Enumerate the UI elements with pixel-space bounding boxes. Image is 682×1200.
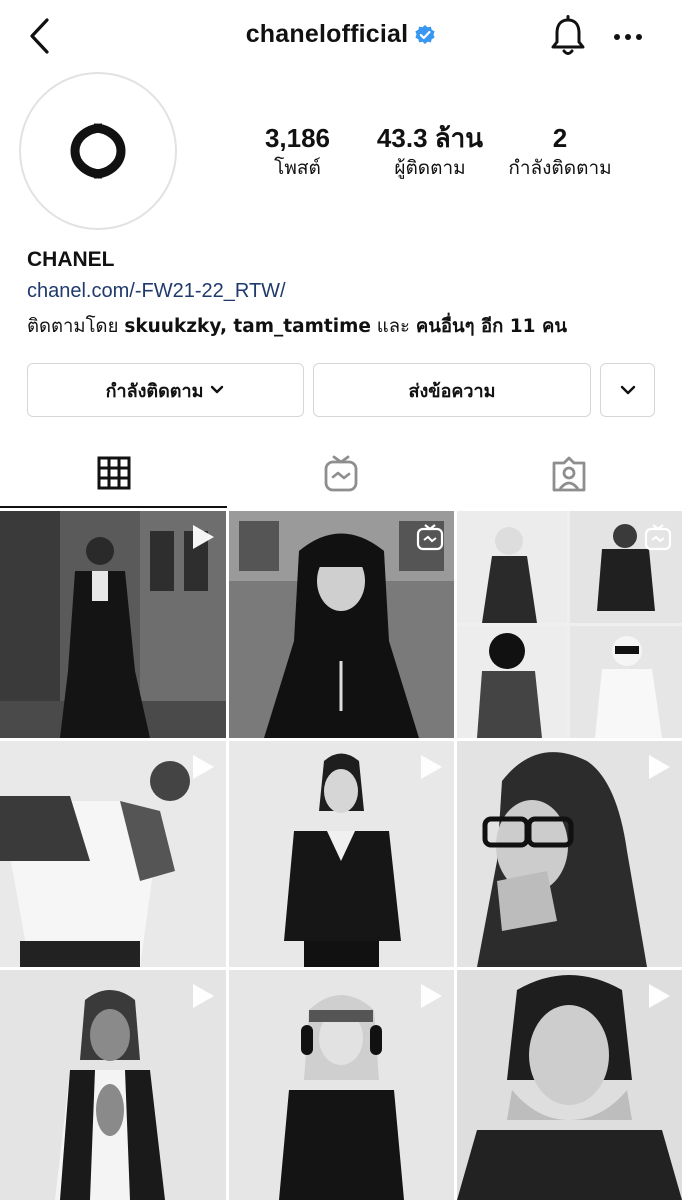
post-thumbnail[interactable] <box>0 741 226 967</box>
posts-stat[interactable]: 3,186 โพสต์ <box>240 122 355 182</box>
chevron-down-icon <box>620 385 635 395</box>
post-thumbnail[interactable] <box>229 970 454 1200</box>
video-icon <box>193 755 214 779</box>
posts-label: โพสต์ <box>274 157 321 179</box>
bell-icon <box>551 15 585 55</box>
video-icon <box>649 984 670 1008</box>
tab-tagged[interactable] <box>455 440 682 508</box>
igtv-icon <box>416 524 444 551</box>
following-label: กำลังติดตาม <box>508 157 612 179</box>
followers-count: 43.3 ล้าน <box>376 123 484 153</box>
followed-by-users: skuukzky, tam_tamtime <box>124 316 371 337</box>
followed-by-and: และ <box>376 316 410 337</box>
message-button-label: ส่งข้อความ <box>408 380 496 402</box>
following-count: 2 <box>552 123 568 153</box>
profile-link[interactable]: chanel.com/-FW21-22_RTW/ <box>27 280 286 303</box>
video-icon <box>421 984 442 1008</box>
posts-count: 3,186 <box>264 123 331 153</box>
profile-avatar[interactable] <box>19 72 177 230</box>
profile-stats: 3,186 โพสต์ 43.3 ล้าน ผู้ติดตาม 2 กำลังต… <box>240 122 640 192</box>
profile-name: CHANEL <box>27 248 115 271</box>
tab-igtv[interactable] <box>227 440 454 508</box>
video-icon <box>421 755 442 779</box>
chevron-down-icon <box>211 385 224 394</box>
video-icon <box>193 525 214 549</box>
post-thumbnail[interactable] <box>457 511 682 738</box>
username-title: chanelofficial <box>245 20 409 48</box>
followers-stat[interactable]: 43.3 ล้าน ผู้ติดตาม <box>365 122 495 182</box>
notifications-button[interactable] <box>548 14 588 58</box>
followers-label: ผู้ติดตาม <box>394 157 466 179</box>
post-thumbnail[interactable] <box>457 970 682 1200</box>
tagged-user-icon <box>552 456 585 492</box>
followed-by-others: คนอื่นๆ อีก 11 คน <box>415 316 568 337</box>
grid-icon <box>97 456 130 490</box>
more-horizontal-icon <box>614 34 642 40</box>
tab-posts-grid[interactable] <box>0 440 227 508</box>
post-thumbnail[interactable] <box>457 741 682 967</box>
post-thumbnail[interactable] <box>229 511 454 738</box>
post-thumbnail[interactable] <box>229 741 454 967</box>
profile-tabs <box>0 440 682 508</box>
following-stat[interactable]: 2 กำลังติดตาม <box>495 122 625 182</box>
more-options-button[interactable] <box>610 22 646 52</box>
igtv-icon <box>324 455 357 492</box>
post-thumbnail[interactable] <box>0 970 226 1200</box>
chanel-logo-icon <box>70 123 126 179</box>
video-icon <box>193 984 214 1008</box>
verified-badge-icon <box>415 24 435 44</box>
followed-by-text[interactable]: ติดตามโดย skuukzky, tam_tamtime และ คนอื… <box>27 312 567 341</box>
top-bar: chanelofficial <box>0 0 682 72</box>
following-button-label: กำลังติดตาม <box>105 380 204 402</box>
following-button[interactable]: กำลังติดตาม <box>27 363 304 417</box>
video-icon <box>649 755 670 779</box>
followed-by-prefix: ติดตามโดย <box>27 316 119 337</box>
posts-grid <box>0 511 682 1200</box>
post-thumbnail[interactable] <box>0 511 226 738</box>
message-button[interactable]: ส่งข้อความ <box>313 363 591 417</box>
igtv-icon <box>644 524 672 551</box>
suggested-accounts-button[interactable] <box>600 363 655 417</box>
